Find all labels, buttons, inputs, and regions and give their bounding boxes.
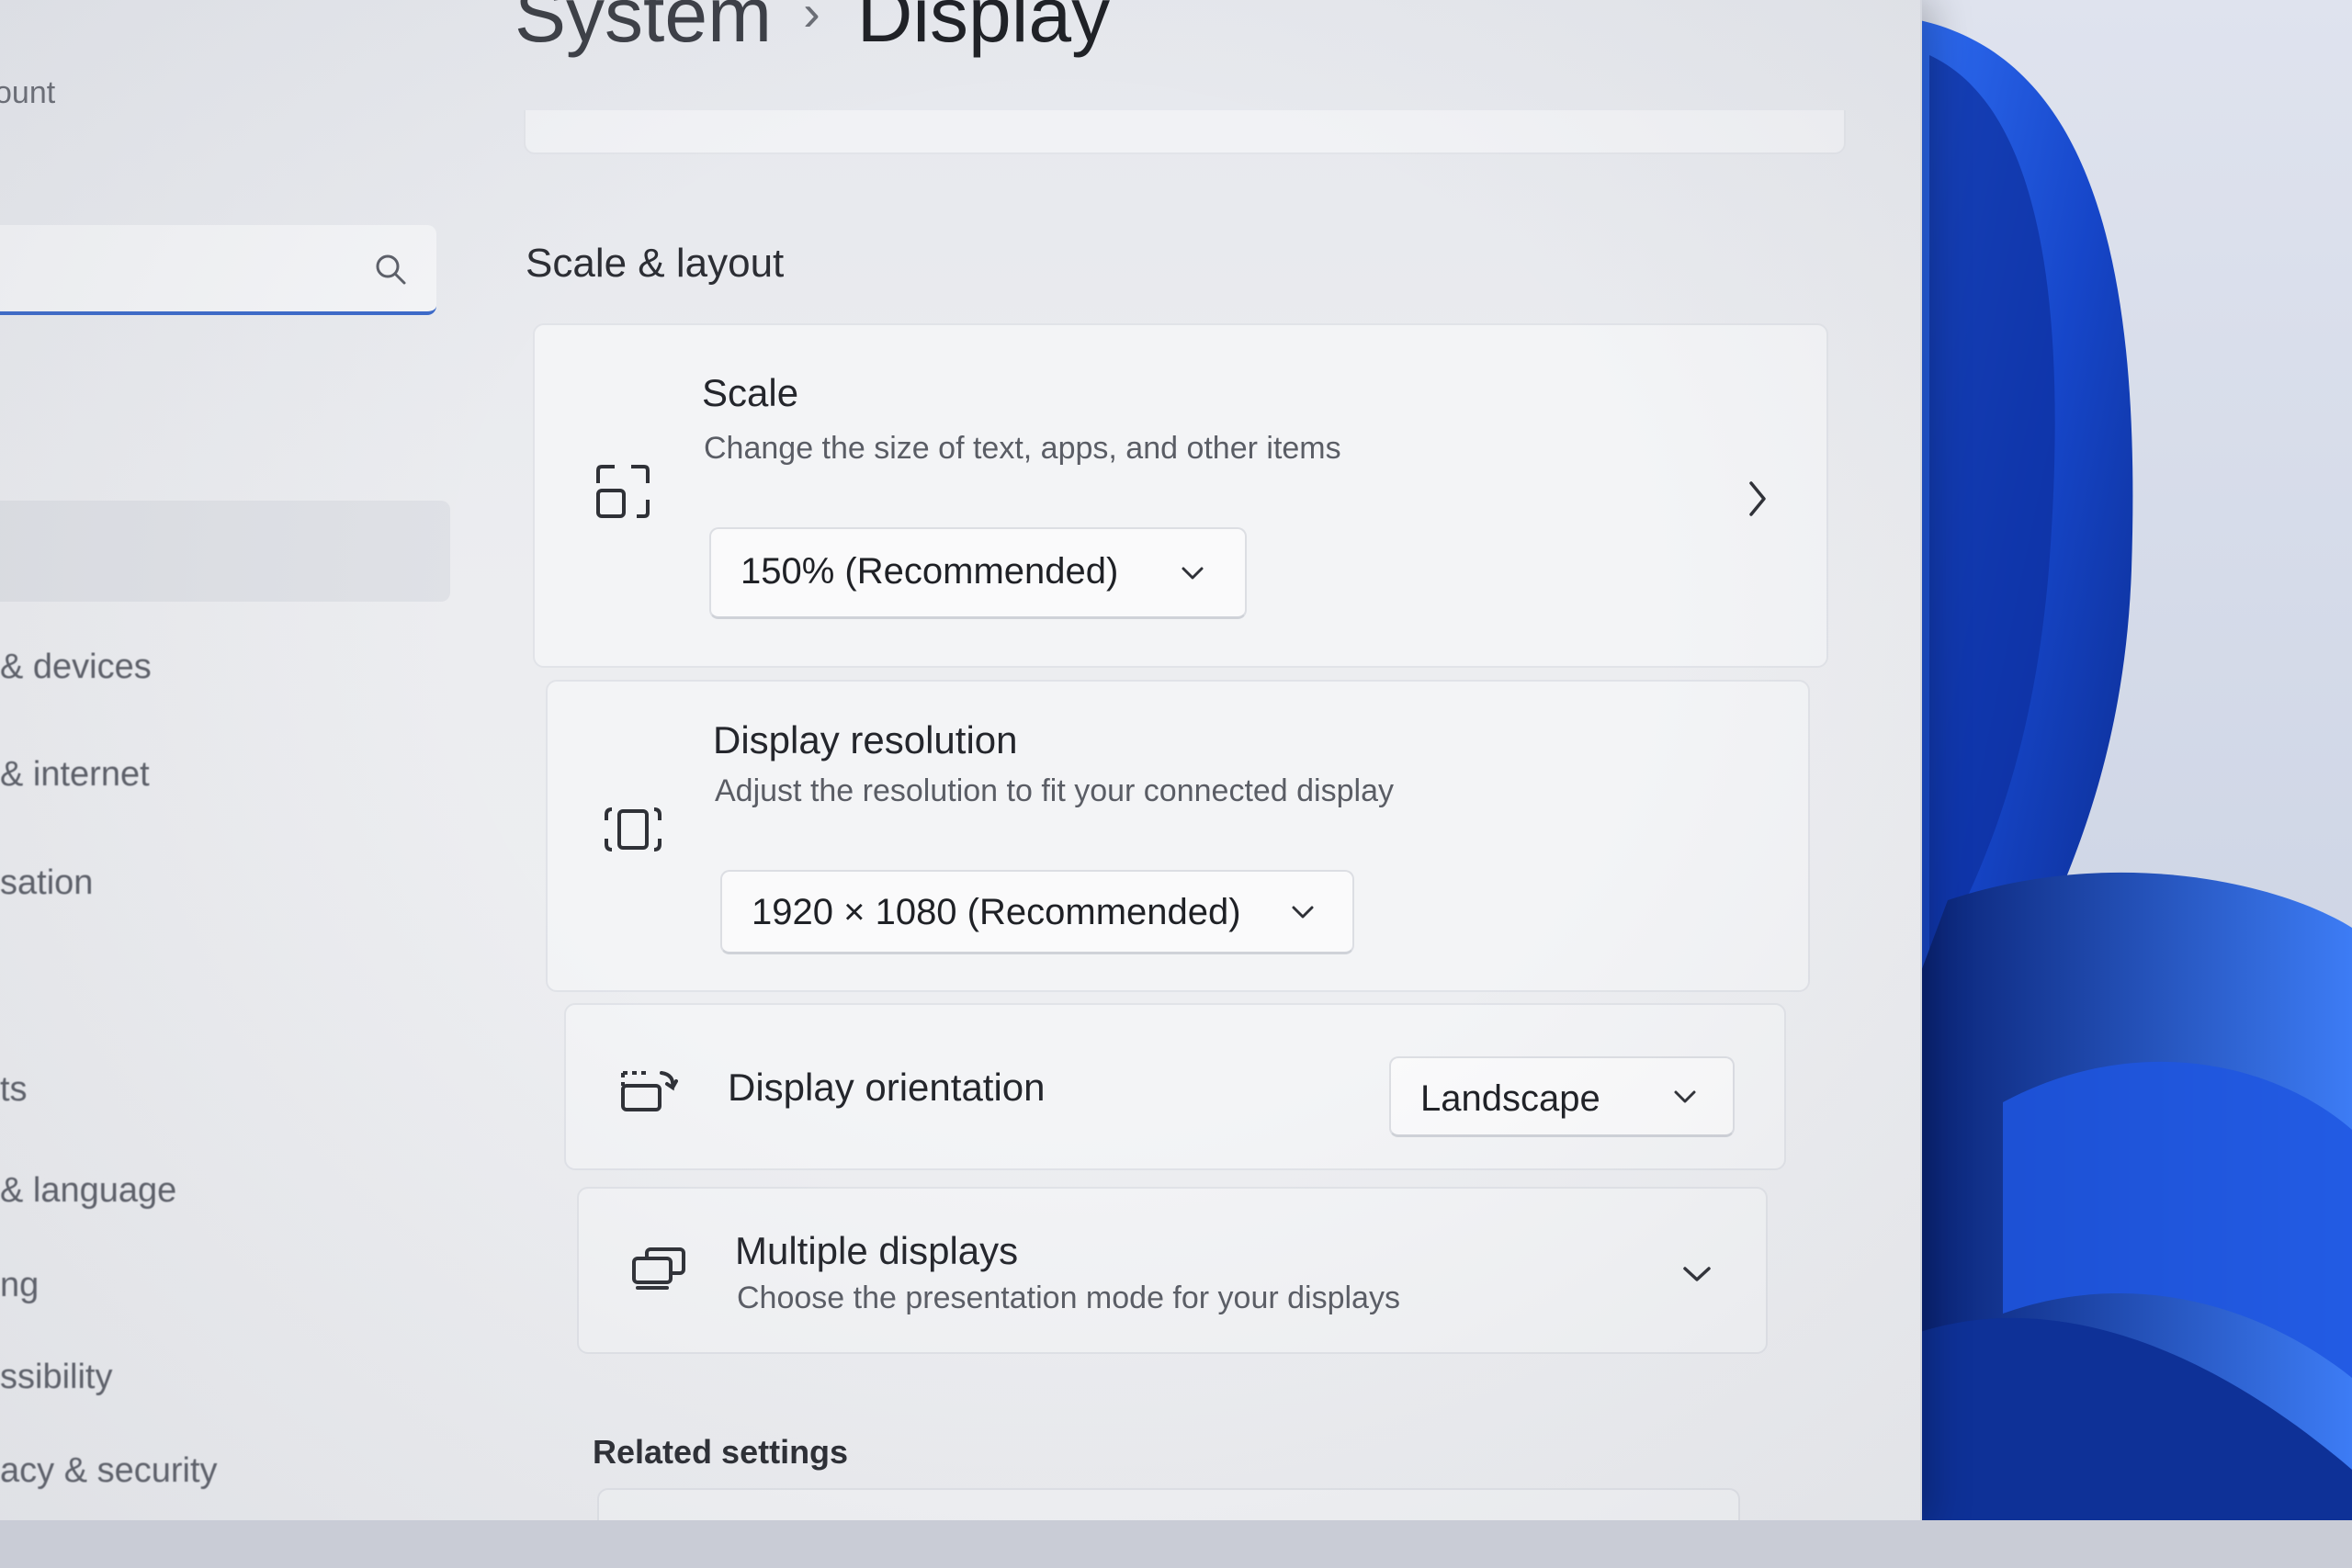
scale-subtitle: Change the size of text, apps, and other… <box>704 431 1341 466</box>
multiple-displays-title: Multiple displays <box>735 1229 1019 1272</box>
scale-title: Scale <box>702 371 799 414</box>
chevron-down-icon <box>1182 567 1204 580</box>
scale-dropdown-value: 150% (Recommended) <box>741 551 1119 592</box>
sidebar-item-network-internet[interactable]: & internet <box>0 755 150 795</box>
chevron-right-icon[interactable] <box>1746 479 1770 518</box>
display-orientation-dropdown-value: Landscape <box>1420 1078 1600 1119</box>
display-orientation-title: Display orientation <box>728 1066 1046 1109</box>
section-title-related-settings: Related settings <box>593 1433 849 1471</box>
chevron-down-icon <box>1674 1090 1696 1103</box>
sidebar-item-time-language[interactable]: & language <box>0 1171 176 1211</box>
display-orientation-dropdown[interactable]: Landscape <box>1389 1056 1735 1137</box>
settings-window: ount & devices & internet sation ts & la… <box>0 0 1922 1525</box>
sidebar: ount & devices & internet sation ts & la… <box>0 0 478 1525</box>
related-settings-card[interactable] <box>597 1488 1740 1525</box>
search-icon <box>376 254 406 285</box>
display-resolution-subtitle: Adjust the resolution to fit your connec… <box>715 773 1394 808</box>
top-banner-card <box>524 110 1846 154</box>
display-resolution-card: Display resolution Adjust the resolution… <box>546 680 1810 992</box>
multiple-displays-icon <box>632 1247 685 1290</box>
account-label: ount <box>0 75 56 110</box>
chevron-down-icon[interactable] <box>1681 1264 1713 1284</box>
sidebar-item-accounts[interactable]: ts <box>0 1070 28 1110</box>
section-title-scale-layout: Scale & layout <box>526 241 785 286</box>
scale-icon <box>596 465 650 518</box>
breadcrumb-parent[interactable]: System <box>514 0 772 58</box>
breadcrumb-separator: › <box>803 0 820 41</box>
scale-dropdown[interactable]: 150% (Recommended) <box>709 527 1247 619</box>
display-resolution-title: Display resolution <box>713 718 1018 761</box>
page-title: Display <box>856 0 1111 58</box>
taskbar <box>0 1520 2352 1568</box>
multiple-displays-subtitle: Choose the presentation mode for your di… <box>737 1280 1400 1315</box>
display-resolution-dropdown-value: 1920 × 1080 (Recommended) <box>752 892 1241 932</box>
sidebar-item-privacy-security[interactable]: acy & security <box>0 1451 218 1491</box>
chevron-down-icon <box>1292 906 1314 919</box>
display-resolution-dropdown[interactable]: 1920 × 1080 (Recommended) <box>720 870 1354 954</box>
breadcrumb: System › Display <box>514 0 1110 60</box>
orientation-icon <box>621 1071 678 1111</box>
sidebar-item-accessibility[interactable]: ssibility <box>0 1358 112 1397</box>
sidebar-item-bluetooth-devices[interactable]: & devices <box>0 648 152 687</box>
display-orientation-card: Display orientation Landscape <box>564 1003 1786 1170</box>
sidebar-item-personalisation[interactable]: sation <box>0 863 93 903</box>
sidebar-item-system-selected[interactable] <box>0 501 450 602</box>
resolution-icon <box>605 807 662 852</box>
multiple-displays-card[interactable]: Multiple displays Choose the presentatio… <box>577 1187 1768 1354</box>
scale-card[interactable]: Scale Change the size of text, apps, and… <box>533 323 1828 668</box>
search-input[interactable] <box>0 225 436 315</box>
sidebar-item-gaming[interactable]: ng <box>0 1266 39 1305</box>
